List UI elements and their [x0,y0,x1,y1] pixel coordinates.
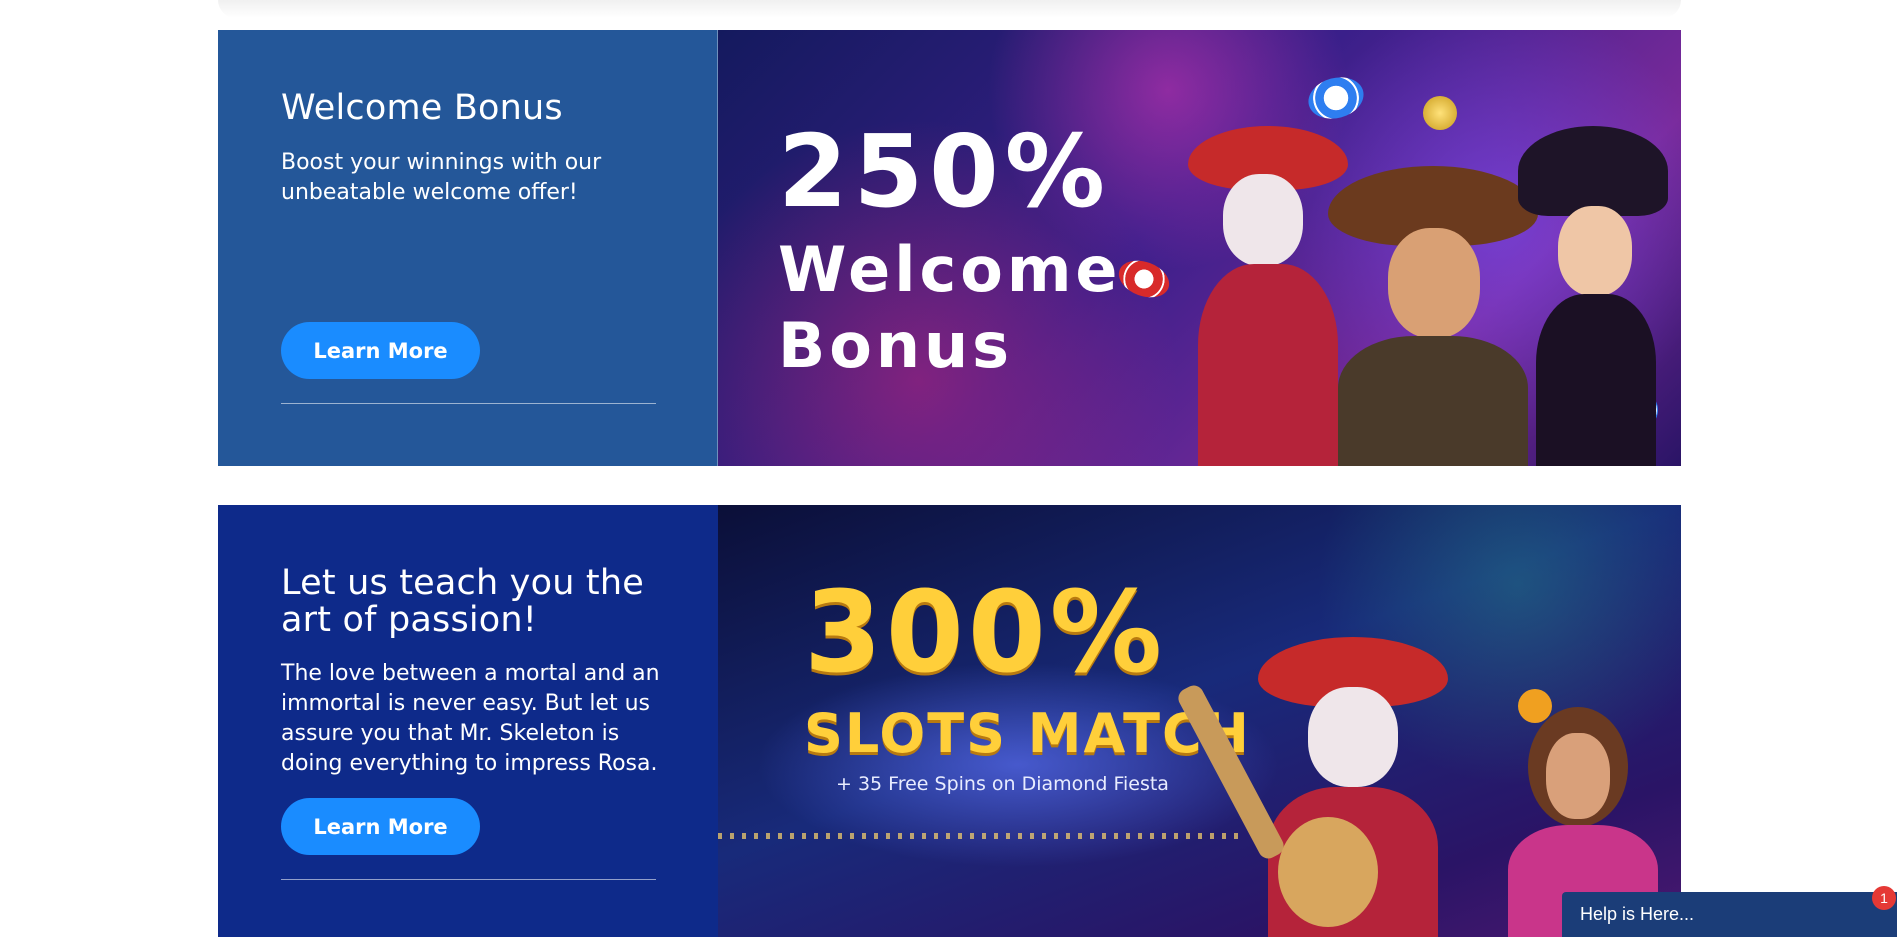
banner-line-1: SLOTS MATCH [804,702,1251,765]
banner-line-2: + 35 Free Spins on Diamond Fiesta [836,773,1169,795]
promo-banner-image[interactable]: 250% Welcome Bonus [718,30,1681,466]
divider [281,403,656,404]
promo-text-panel: Welcome Bonus Boost your winnings with o… [218,30,718,466]
learn-more-button[interactable]: Learn More [281,322,480,379]
witch-character [1508,126,1678,466]
promo-title: Let us teach you the art of passion! [281,563,644,640]
divider [281,879,656,880]
casino-chip-icon [1113,254,1175,304]
promo-card-art-of-passion: Let us teach you the art of passion! The… [218,505,1681,937]
banner-line-2: Bonus [778,309,1014,382]
banner-line-1: Welcome [778,233,1122,306]
promo-description: The love between a mortal and an immorta… [281,661,660,776]
promo-banner-image[interactable]: 300% SLOTS MATCH + 35 Free Spins on Diam… [718,505,1681,937]
skeleton-guitarist-character [1174,637,1458,937]
notification-badge[interactable]: 1 [1872,886,1896,910]
help-chat-widget[interactable]: Help is Here... [1562,892,1897,937]
gold-coin-icon [1423,96,1457,130]
header-shadow [218,0,1681,18]
promo-text-panel: Let us teach you the art of passion! The… [218,505,718,937]
promo-description: Boost your winnings with our unbeatable … [281,150,602,205]
stage-lights [718,833,1238,839]
learn-more-button[interactable]: Learn More [281,798,480,855]
banner-headline: 300% [804,568,1167,698]
promo-card-welcome-bonus: Welcome Bonus Boost your winnings with o… [218,30,1681,466]
promo-title: Welcome Bonus [281,88,563,128]
banner-headline: 250% [778,113,1111,230]
